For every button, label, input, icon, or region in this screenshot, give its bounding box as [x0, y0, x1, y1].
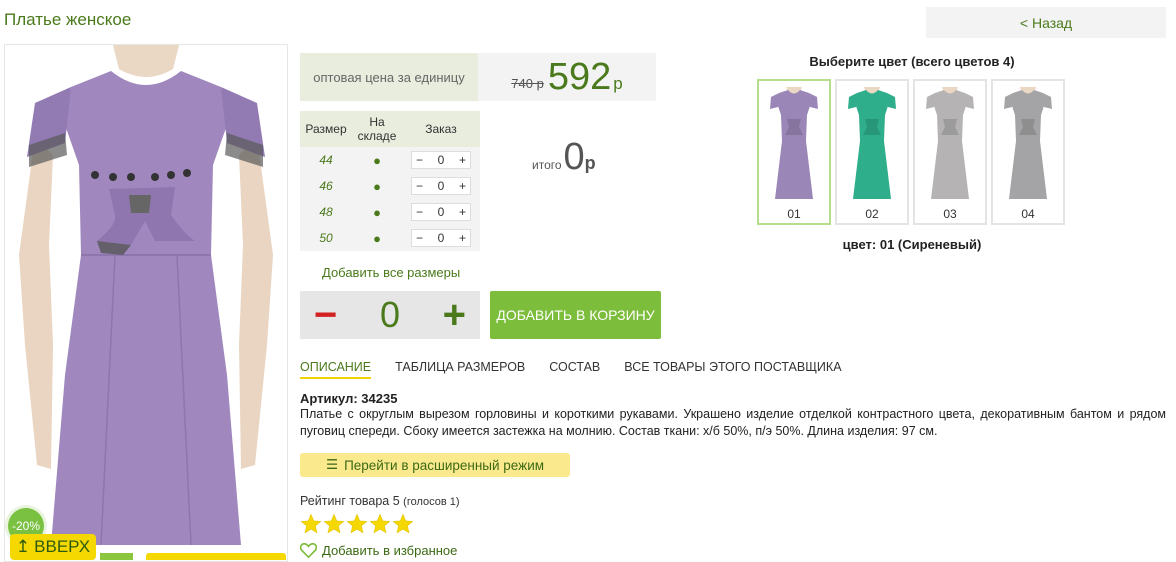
stock-indicator: ●	[352, 147, 402, 173]
star-icon[interactable]	[392, 513, 414, 535]
scroll-up-label: ВВЕРХ	[34, 537, 91, 556]
qty-value[interactable]: 0	[438, 153, 445, 167]
plus-icon[interactable]: +	[459, 205, 466, 219]
partial-yellow-button[interactable]	[146, 553, 286, 560]
price-currency: р	[613, 74, 623, 93]
color-thumb-number: 04	[1021, 207, 1035, 221]
quantity-stepper: − 0 +	[300, 291, 480, 339]
product-rating: Рейтинг товара 5 (голосов 1)	[300, 494, 460, 508]
minus-icon[interactable]: −	[416, 205, 423, 219]
table-row: 50 ● − 0 +	[300, 225, 480, 251]
old-price: 740 р	[511, 75, 544, 91]
size-qty-stepper[interactable]: − 0 +	[411, 203, 471, 221]
rating-text: Рейтинг товара 5	[300, 494, 400, 508]
color-thumb-03[interactable]: 03	[913, 79, 987, 225]
total-value: 0	[563, 136, 585, 178]
size-qty-stepper[interactable]: − 0 +	[411, 229, 471, 247]
color-chooser-heading: Выберите цвет (всего цветов 4)	[809, 54, 1015, 69]
stock-indicator: ●	[352, 225, 402, 251]
extended-mode-label: Перейти в расширенный режим	[344, 457, 545, 473]
star-icon[interactable]	[346, 513, 368, 535]
color-thumb-number: 03	[943, 207, 957, 221]
dress-thumbnail-image	[770, 87, 818, 199]
qty-value[interactable]: 0	[438, 179, 445, 193]
stock-header: На складе	[352, 111, 402, 147]
stock-indicator: ●	[352, 199, 402, 225]
table-row: 46 ● − 0 +	[300, 173, 480, 199]
tab-supplier-products[interactable]: ВСЕ ТОВАРЫ ЭТОГО ПОСТАВЩИКА	[624, 360, 841, 379]
plus-icon[interactable]: +	[459, 179, 466, 193]
dress-thumbnail-image	[848, 87, 896, 199]
star-icon[interactable]	[369, 513, 391, 535]
color-thumb-04[interactable]: 04	[991, 79, 1065, 225]
table-row: 44 ● − 0 +	[300, 147, 480, 173]
qty-value[interactable]: 0	[438, 205, 445, 219]
price-label: оптовая цена за единицу	[300, 53, 478, 101]
order-total: итого 0 р	[532, 138, 596, 176]
size-value: 46	[300, 173, 352, 199]
arrow-up-icon: ↥	[15, 537, 31, 556]
total-currency: р	[584, 153, 596, 173]
rating-stars[interactable]	[300, 513, 414, 535]
rating-votes: (голосов 1)	[403, 496, 460, 508]
plus-icon[interactable]: +	[459, 153, 466, 167]
size-value: 44	[300, 147, 352, 173]
stock-indicator: ●	[352, 173, 402, 199]
size-table: Размер На складе Заказ 44 ● − 0 + 46 ● − 0 +…	[300, 111, 480, 251]
favorite-label: Добавить в избранное	[322, 543, 458, 558]
star-icon[interactable]	[323, 513, 345, 535]
add-to-favorites-link[interactable]: Добавить в избранное	[300, 543, 457, 558]
partial-green-button[interactable]	[100, 553, 133, 560]
minus-icon[interactable]: −	[314, 295, 337, 335]
add-all-sizes-link[interactable]: Добавить все размеры	[322, 265, 460, 280]
product-photo[interactable]	[4, 44, 288, 562]
dress-thumbnail-image	[926, 87, 974, 199]
order-header: Заказ	[402, 111, 480, 147]
product-tabs: ОПИСАНИЕ ТАБЛИЦА РАЗМЕРОВ СОСТАВ ВСЕ ТОВ…	[300, 360, 842, 379]
scroll-up-button[interactable]: ↥ ВВЕРХ	[10, 534, 96, 560]
plus-icon[interactable]: +	[459, 231, 466, 245]
qty-value[interactable]: 0	[438, 231, 445, 245]
page-title: Платье женское	[4, 10, 132, 29]
tab-size-table[interactable]: ТАБЛИЦА РАЗМЕРОВ	[395, 360, 525, 379]
product-description: Платье с округлым вырезом горловины и ко…	[300, 407, 1166, 438]
current-price: 592	[547, 56, 612, 98]
color-thumb-number: 01	[787, 207, 801, 221]
size-qty-stepper[interactable]: − 0 +	[411, 151, 471, 169]
table-row: 48 ● − 0 +	[300, 199, 480, 225]
color-thumb-01[interactable]: 01	[757, 79, 831, 225]
price-values: 740 р 592 р	[478, 53, 656, 101]
size-qty-stepper[interactable]: − 0 +	[411, 177, 471, 195]
back-button[interactable]: < Назад	[926, 7, 1166, 38]
extended-mode-button[interactable]: ☰ Перейти в расширенный режим	[300, 453, 570, 477]
minus-icon[interactable]: −	[416, 153, 423, 167]
dress-image	[19, 45, 273, 546]
star-icon[interactable]	[300, 513, 322, 535]
size-value: 48	[300, 199, 352, 225]
quantity-value[interactable]: 0	[380, 294, 400, 336]
minus-icon[interactable]: −	[416, 179, 423, 193]
size-header: Размер	[300, 111, 352, 147]
total-label: итого	[532, 158, 562, 172]
selected-color-label: цвет: 01 (Сиреневый)	[842, 237, 982, 252]
article-number: Артикул: 34235	[300, 391, 398, 406]
price-box: оптовая цена за единицу 740 р 592 р	[300, 53, 656, 101]
plus-icon[interactable]: +	[443, 295, 466, 335]
minus-icon[interactable]: −	[416, 231, 423, 245]
tab-composition[interactable]: СОСТАВ	[549, 360, 600, 379]
color-thumbnails: 01 02 03 04	[757, 79, 1065, 225]
tab-description[interactable]: ОПИСАНИЕ	[300, 360, 372, 379]
list-icon: ☰	[325, 457, 339, 472]
dress-thumbnail-image	[1004, 87, 1052, 199]
add-to-cart-button[interactable]: ДОБАВИТЬ В КОРЗИНУ	[490, 291, 661, 339]
heart-icon	[300, 543, 317, 558]
size-value: 50	[300, 225, 352, 251]
color-thumb-02[interactable]: 02	[835, 79, 909, 225]
color-thumb-number: 02	[865, 207, 879, 221]
